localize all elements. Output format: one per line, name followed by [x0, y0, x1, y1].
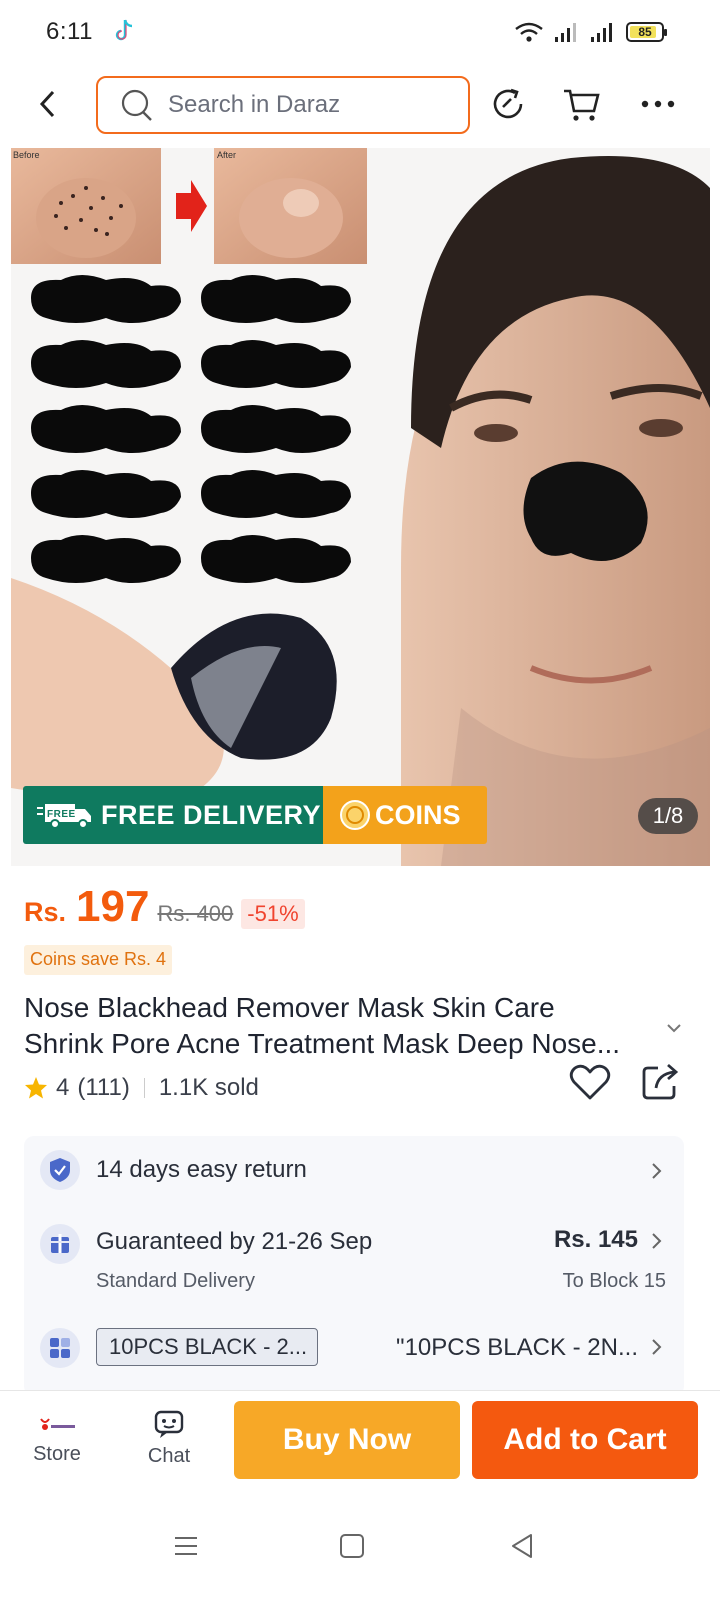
- status-time: 6:11: [46, 18, 93, 45]
- price-currency: Rs.: [24, 897, 67, 927]
- free-delivery-badge: FREE FREE DELIVERY: [23, 786, 323, 844]
- chevron-right-icon: [652, 1163, 662, 1179]
- history-button[interactable]: [488, 84, 528, 124]
- battery-level: 85: [638, 25, 652, 39]
- rating-score: 4: [56, 1074, 70, 1101]
- buy-now-button[interactable]: Buy Now: [234, 1401, 460, 1479]
- price-value: 197: [76, 882, 150, 931]
- cart-icon: [564, 89, 600, 121]
- product-photo: Before After: [11, 148, 710, 866]
- before-label: Before: [13, 150, 40, 160]
- search-icon: [121, 89, 152, 121]
- price-row: Rs. 197 Rs. 400 -51%: [24, 882, 305, 942]
- star-icon: [25, 1077, 47, 1099]
- search-placeholder: Search in Daraz: [168, 91, 341, 118]
- after-label: After: [217, 150, 236, 160]
- bottom-action-bar: Store Chat Buy Now Add to Cart: [0, 1390, 720, 1500]
- search-input[interactable]: Search in Daraz: [96, 76, 470, 134]
- status-bar: 6:11 85: [0, 0, 720, 62]
- chevron-right-icon: [652, 1339, 662, 1355]
- return-policy-text: 14 days easy return: [96, 1156, 307, 1183]
- info-card: 14 days easy return Guaranteed by 21-26 …: [24, 1136, 684, 1396]
- store-logo-icon: [40, 1418, 75, 1430]
- share-icon[interactable]: [640, 1060, 682, 1102]
- status-icons: 85: [514, 20, 667, 44]
- product-image[interactable]: Before After FREE FREE DELIVERY COINS 1/…: [11, 148, 710, 866]
- chevron-right-icon: [652, 1233, 662, 1249]
- back-button[interactable]: [30, 84, 66, 124]
- return-policy-row[interactable]: 14 days easy return: [24, 1136, 684, 1202]
- chat-icon: [154, 1410, 184, 1438]
- package-icon: [40, 1224, 80, 1264]
- tiktok-icon: [115, 19, 133, 41]
- delivery-location: To Block 15: [562, 1270, 666, 1292]
- delivery-row[interactable]: Guaranteed by 21-26 Sep Standard Deliver…: [24, 1220, 684, 1310]
- divider: [143, 1078, 145, 1098]
- delivery-price: Rs. 145: [553, 1226, 638, 1253]
- wifi-icon: [515, 22, 543, 42]
- battery-icon: 85: [626, 22, 667, 42]
- svg-text:FREE: FREE: [47, 809, 76, 820]
- home-nav-button[interactable]: [332, 1526, 372, 1566]
- variant-value: "10PCS BLACK - 2N...: [396, 1334, 638, 1361]
- truck-icon: FREE: [37, 804, 91, 829]
- product-title[interactable]: Nose Blackhead Remover Mask Skin Care Sh…: [24, 990, 664, 1062]
- signal-icon: [555, 23, 576, 42]
- chat-button[interactable]: Chat: [124, 1409, 214, 1479]
- free-delivery-text: FREE DELIVERY: [101, 799, 322, 830]
- variant-chip[interactable]: 10PCS BLACK - 2...: [96, 1328, 318, 1366]
- delivery-type: Standard Delivery: [96, 1270, 255, 1292]
- back-nav-button[interactable]: [502, 1526, 542, 1566]
- signal-icon-2: [591, 23, 612, 42]
- delivery-guarantee: Guaranteed by 21-26 Sep: [96, 1228, 373, 1255]
- product-title-line1: Nose Blackhead Remover Mask Skin Care: [24, 992, 555, 1023]
- coins-save-badge: Coins save Rs. 4: [24, 945, 173, 975]
- cart-button[interactable]: [562, 84, 602, 124]
- coins-text: COINS: [375, 799, 461, 830]
- triangle-back-icon: [512, 1534, 532, 1558]
- heart-icon[interactable]: [568, 1060, 612, 1104]
- menu-icon: [175, 1537, 197, 1555]
- menu-nav-button[interactable]: [166, 1526, 206, 1566]
- rating-count: (111): [77, 1074, 130, 1101]
- chat-label: Chat: [147, 1445, 191, 1467]
- image-counter: 1/8: [638, 798, 698, 834]
- promo-banner: FREE FREE DELIVERY COINS: [23, 786, 487, 844]
- add-to-cart-button[interactable]: Add to Cart: [472, 1401, 698, 1479]
- shield-check-icon: [40, 1150, 80, 1190]
- more-button[interactable]: [638, 84, 678, 124]
- store-button[interactable]: Store: [12, 1409, 102, 1479]
- discount-badge: -51%: [241, 899, 305, 929]
- header: Search in Daraz: [0, 62, 720, 146]
- coins-badge: COINS: [323, 786, 487, 844]
- rating-row[interactable]: 4 (111) 1.1K sold: [24, 1068, 259, 1108]
- chevron-down-icon[interactable]: [664, 1018, 684, 1038]
- store-label: Store: [33, 1443, 81, 1465]
- grid-icon: [40, 1328, 80, 1368]
- sold-count: 1.1K sold: [158, 1074, 259, 1101]
- product-title-line2: Shrink Pore Acne Treatment Mask Deep Nos…: [24, 1028, 621, 1059]
- chevron-left-icon: [39, 90, 55, 118]
- coin-icon: [340, 800, 370, 830]
- more-icon: [641, 100, 675, 108]
- refresh-icon: [493, 88, 523, 119]
- system-nav-bar: [0, 1500, 720, 1600]
- variant-row[interactable]: 10PCS BLACK - 2... "10PCS BLACK - 2N...: [24, 1320, 684, 1386]
- original-price: Rs. 400: [157, 901, 234, 926]
- square-icon: [340, 1534, 364, 1558]
